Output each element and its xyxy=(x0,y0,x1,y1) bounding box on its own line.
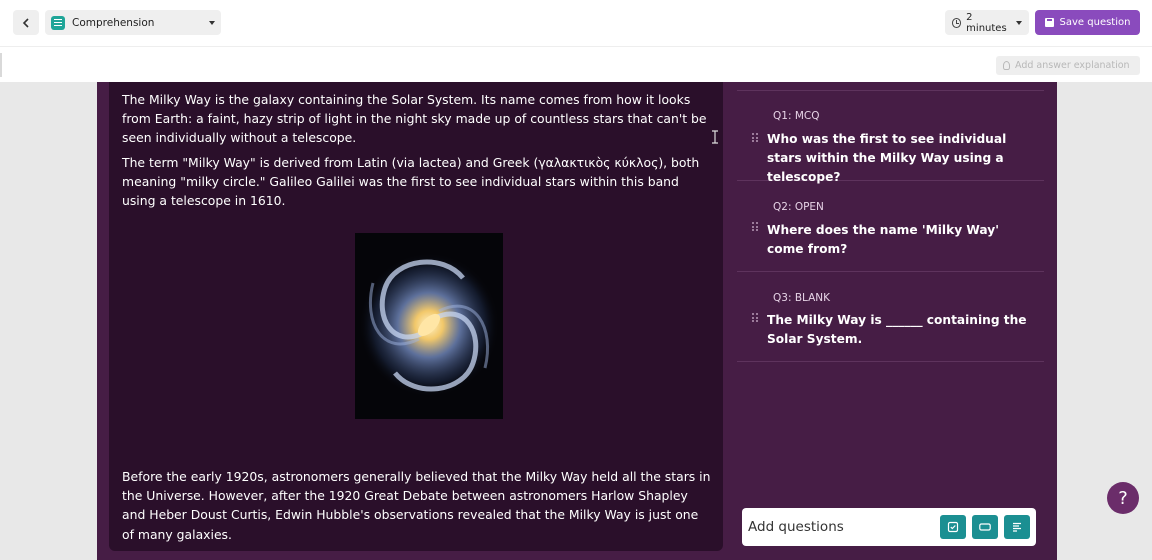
chevron-left-icon xyxy=(22,17,29,28)
question-card-1[interactable]: Q1: MCQ Who was the first to see individ… xyxy=(737,91,1044,184)
back-button[interactable] xyxy=(13,10,39,35)
milky-way-image xyxy=(355,233,503,419)
question-tag: Q3: BLANK xyxy=(773,292,831,304)
text-lines-icon xyxy=(1013,522,1021,532)
question-text: The Milky Way is ______ containing the S… xyxy=(767,313,1027,346)
right-gutter xyxy=(1057,82,1152,560)
time-limit-label: 2 minutes xyxy=(966,11,1007,34)
question-tag: Q1: MCQ xyxy=(773,110,820,122)
top-bar: Comprehension 2 minutes Save question xyxy=(0,0,1152,46)
save-icon xyxy=(1044,18,1054,27)
add-blank-question-button[interactable] xyxy=(1004,515,1030,539)
question-card-2[interactable]: Q2: OPEN Where does the name 'Milky Way'… xyxy=(737,182,1044,272)
question-tag: Q2: OPEN xyxy=(773,201,824,213)
add-questions-label: Add questions xyxy=(748,519,844,535)
drag-handle-icon[interactable] xyxy=(752,222,758,231)
add-mcq-button[interactable] xyxy=(940,515,966,539)
time-limit-dropdown[interactable]: 2 minutes xyxy=(945,10,1029,35)
passage-panel[interactable]: The Milky Way is the galaxy containing t… xyxy=(109,82,723,551)
help-button[interactable]: ? xyxy=(1107,482,1139,514)
text-cursor-icon xyxy=(712,130,718,144)
galaxy-illustration xyxy=(355,233,503,419)
add-answer-explanation-button[interactable]: Add answer explanation xyxy=(996,56,1140,75)
passage-paragraph-1[interactable]: The Milky Way is the galaxy containing t… xyxy=(122,90,712,148)
document-icon xyxy=(51,15,65,30)
passage-paragraph-3[interactable]: Before the early 1920s, astronomers gene… xyxy=(122,467,712,544)
clock-icon xyxy=(952,17,962,28)
question-type-dropdown[interactable]: Comprehension xyxy=(45,10,221,35)
question-text: Who was the first to see individual star… xyxy=(767,132,1007,184)
checkbox-icon xyxy=(947,521,959,533)
question-card-3[interactable]: Q3: BLANK The Milky Way is ______ contai… xyxy=(737,272,1044,362)
drag-handle-icon[interactable] xyxy=(752,313,758,322)
lightbulb-icon xyxy=(1003,61,1010,70)
text-box-icon xyxy=(979,523,991,531)
chevron-down-icon xyxy=(1016,20,1022,25)
add-questions-bar: Add questions xyxy=(742,508,1036,546)
divider xyxy=(0,53,2,77)
chevron-down-icon xyxy=(209,20,215,25)
add-answer-explanation-label: Add answer explanation xyxy=(1015,60,1130,71)
editor-area: The Milky Way is the galaxy containing t… xyxy=(97,82,1057,560)
question-type-label: Comprehension xyxy=(72,16,155,29)
question-text: Where does the name 'Milky Way' come fro… xyxy=(767,223,999,256)
passage-paragraph-2[interactable]: The term "Milky Way" is derived from Lat… xyxy=(122,153,712,211)
save-question-button[interactable]: Save question xyxy=(1035,10,1140,35)
add-open-question-button[interactable] xyxy=(972,515,998,539)
question-list: Q1: MCQ Who was the first to see individ… xyxy=(737,82,1045,560)
sub-toolbar: Add answer explanation xyxy=(0,46,1152,82)
save-question-label: Save question xyxy=(1059,17,1131,28)
drag-handle-icon[interactable] xyxy=(752,133,758,142)
